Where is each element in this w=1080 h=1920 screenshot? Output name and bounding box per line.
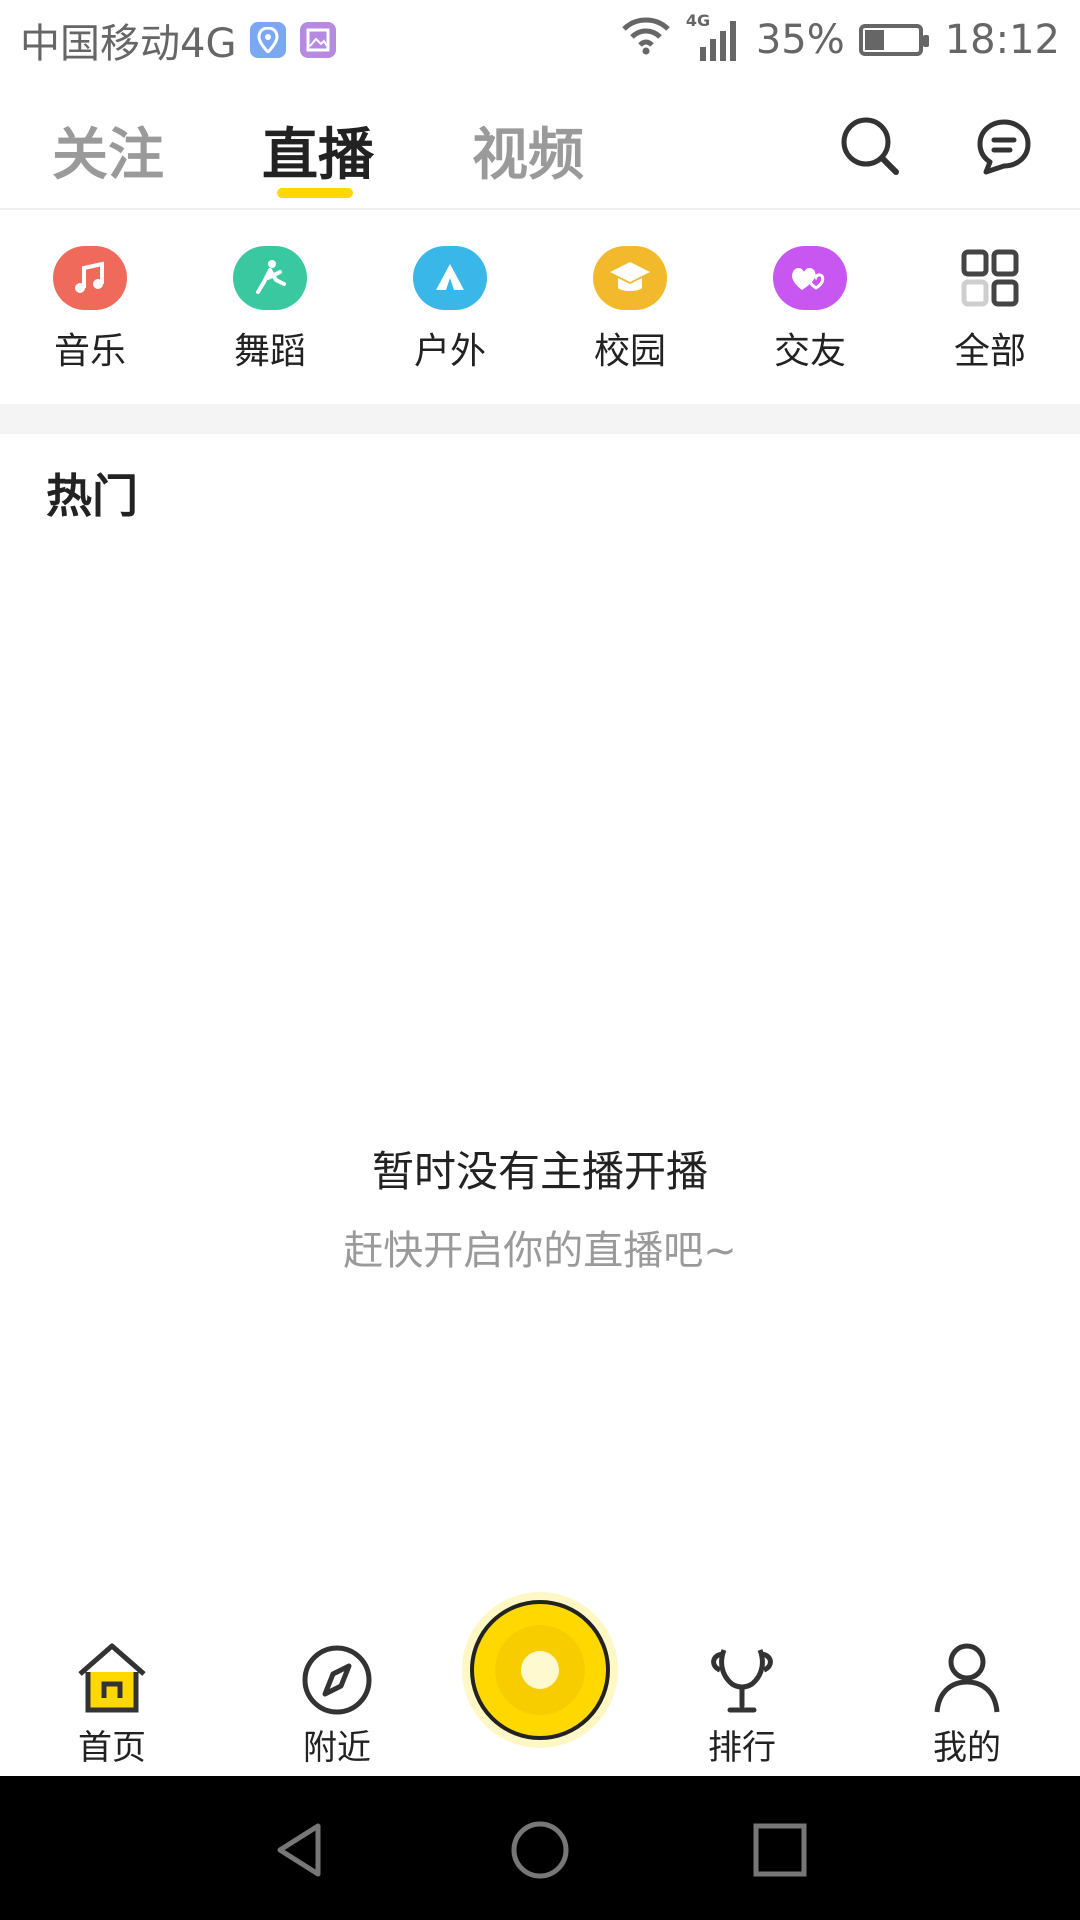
category-label: 交友 (773, 331, 846, 372)
back-icon[interactable] (270, 1820, 330, 1880)
battery-level (864, 30, 885, 50)
empty-state-subtitle: 赶快开启你的直播吧~ (343, 1228, 737, 1274)
wifi-icon (620, 15, 672, 65)
carrier-text: 中国移动4G (20, 21, 237, 67)
dance-icon (233, 246, 307, 310)
trophy-icon (702, 1640, 782, 1716)
category-label: 音乐 (53, 331, 126, 372)
nav-label: 排行 (708, 1728, 776, 1768)
system-nav-bar (0, 1776, 1080, 1920)
search-icon[interactable] (838, 114, 902, 178)
nav-label: 附近 (303, 1728, 371, 1768)
nav-ranking[interactable]: 排行 (672, 1640, 812, 1769)
category-friends[interactable]: 交友 (740, 246, 880, 374)
location-icon (250, 22, 287, 58)
empty-state-title: 暂时没有主播开播 (371, 1147, 708, 1196)
go-live-dot (521, 1651, 559, 1689)
music-icon (53, 246, 127, 310)
home-icon (72, 1640, 152, 1716)
grid-icon (953, 246, 1027, 310)
status-left: 中国移动4G (20, 11, 337, 69)
tab-video[interactable]: 视频 (472, 110, 584, 191)
home-circle-icon[interactable] (510, 1820, 570, 1880)
category-label: 校园 (593, 331, 666, 372)
top-tab-bar: 关注 直播 视频 (0, 80, 1080, 210)
category-row: 音乐 舞蹈 户外 校园 交友 全部 (0, 212, 1080, 402)
bottom-nav: 首页 附近 排行 我的 (0, 1600, 1080, 1776)
app-screen: 中国移动4G 4G 35% 18:12 关注 直播 视频 音乐 舞蹈 户外 校园… (0, 0, 1080, 1920)
nav-nearby[interactable]: 附近 (267, 1640, 407, 1769)
campus-icon (593, 246, 667, 310)
category-outdoor[interactable]: 户外 (380, 246, 520, 374)
recents-icon[interactable] (750, 1820, 810, 1880)
category-dance[interactable]: 舞蹈 (200, 246, 340, 374)
clock: 18:12 (944, 17, 1060, 63)
friends-icon (773, 246, 847, 310)
category-music[interactable]: 音乐 (20, 246, 160, 374)
nav-label: 我的 (933, 1728, 1001, 1768)
message-icon[interactable] (972, 114, 1036, 178)
category-label: 全部 (953, 331, 1026, 372)
section-title: 热门 (46, 469, 138, 523)
nav-label: 首页 (78, 1728, 146, 1768)
tab-follow[interactable]: 关注 (52, 110, 164, 191)
nav-me[interactable]: 我的 (897, 1640, 1037, 1769)
section-divider (0, 404, 1080, 434)
tab-live[interactable]: 直播 (262, 110, 374, 191)
category-label: 户外 (413, 331, 486, 372)
status-bar: 中国移动4G 4G 35% 18:12 (0, 0, 1080, 80)
category-campus[interactable]: 校园 (560, 246, 700, 374)
category-label: 舞蹈 (233, 331, 306, 372)
category-all[interactable]: 全部 (920, 246, 1060, 374)
image-icon (300, 22, 337, 58)
nav-home[interactable]: 首页 (42, 1640, 182, 1769)
outdoor-icon (413, 246, 487, 310)
active-tab-indicator (277, 188, 353, 198)
person-icon (927, 1640, 1007, 1716)
compass-icon (297, 1640, 377, 1716)
status-right: 4G 35% 18:12 (620, 11, 1060, 65)
battery-percent: 35% (755, 17, 845, 63)
go-live-icon (495, 1625, 585, 1715)
go-live-button[interactable] (470, 1600, 610, 1740)
battery-icon (858, 24, 929, 56)
signal-icon: 4G (686, 11, 742, 65)
